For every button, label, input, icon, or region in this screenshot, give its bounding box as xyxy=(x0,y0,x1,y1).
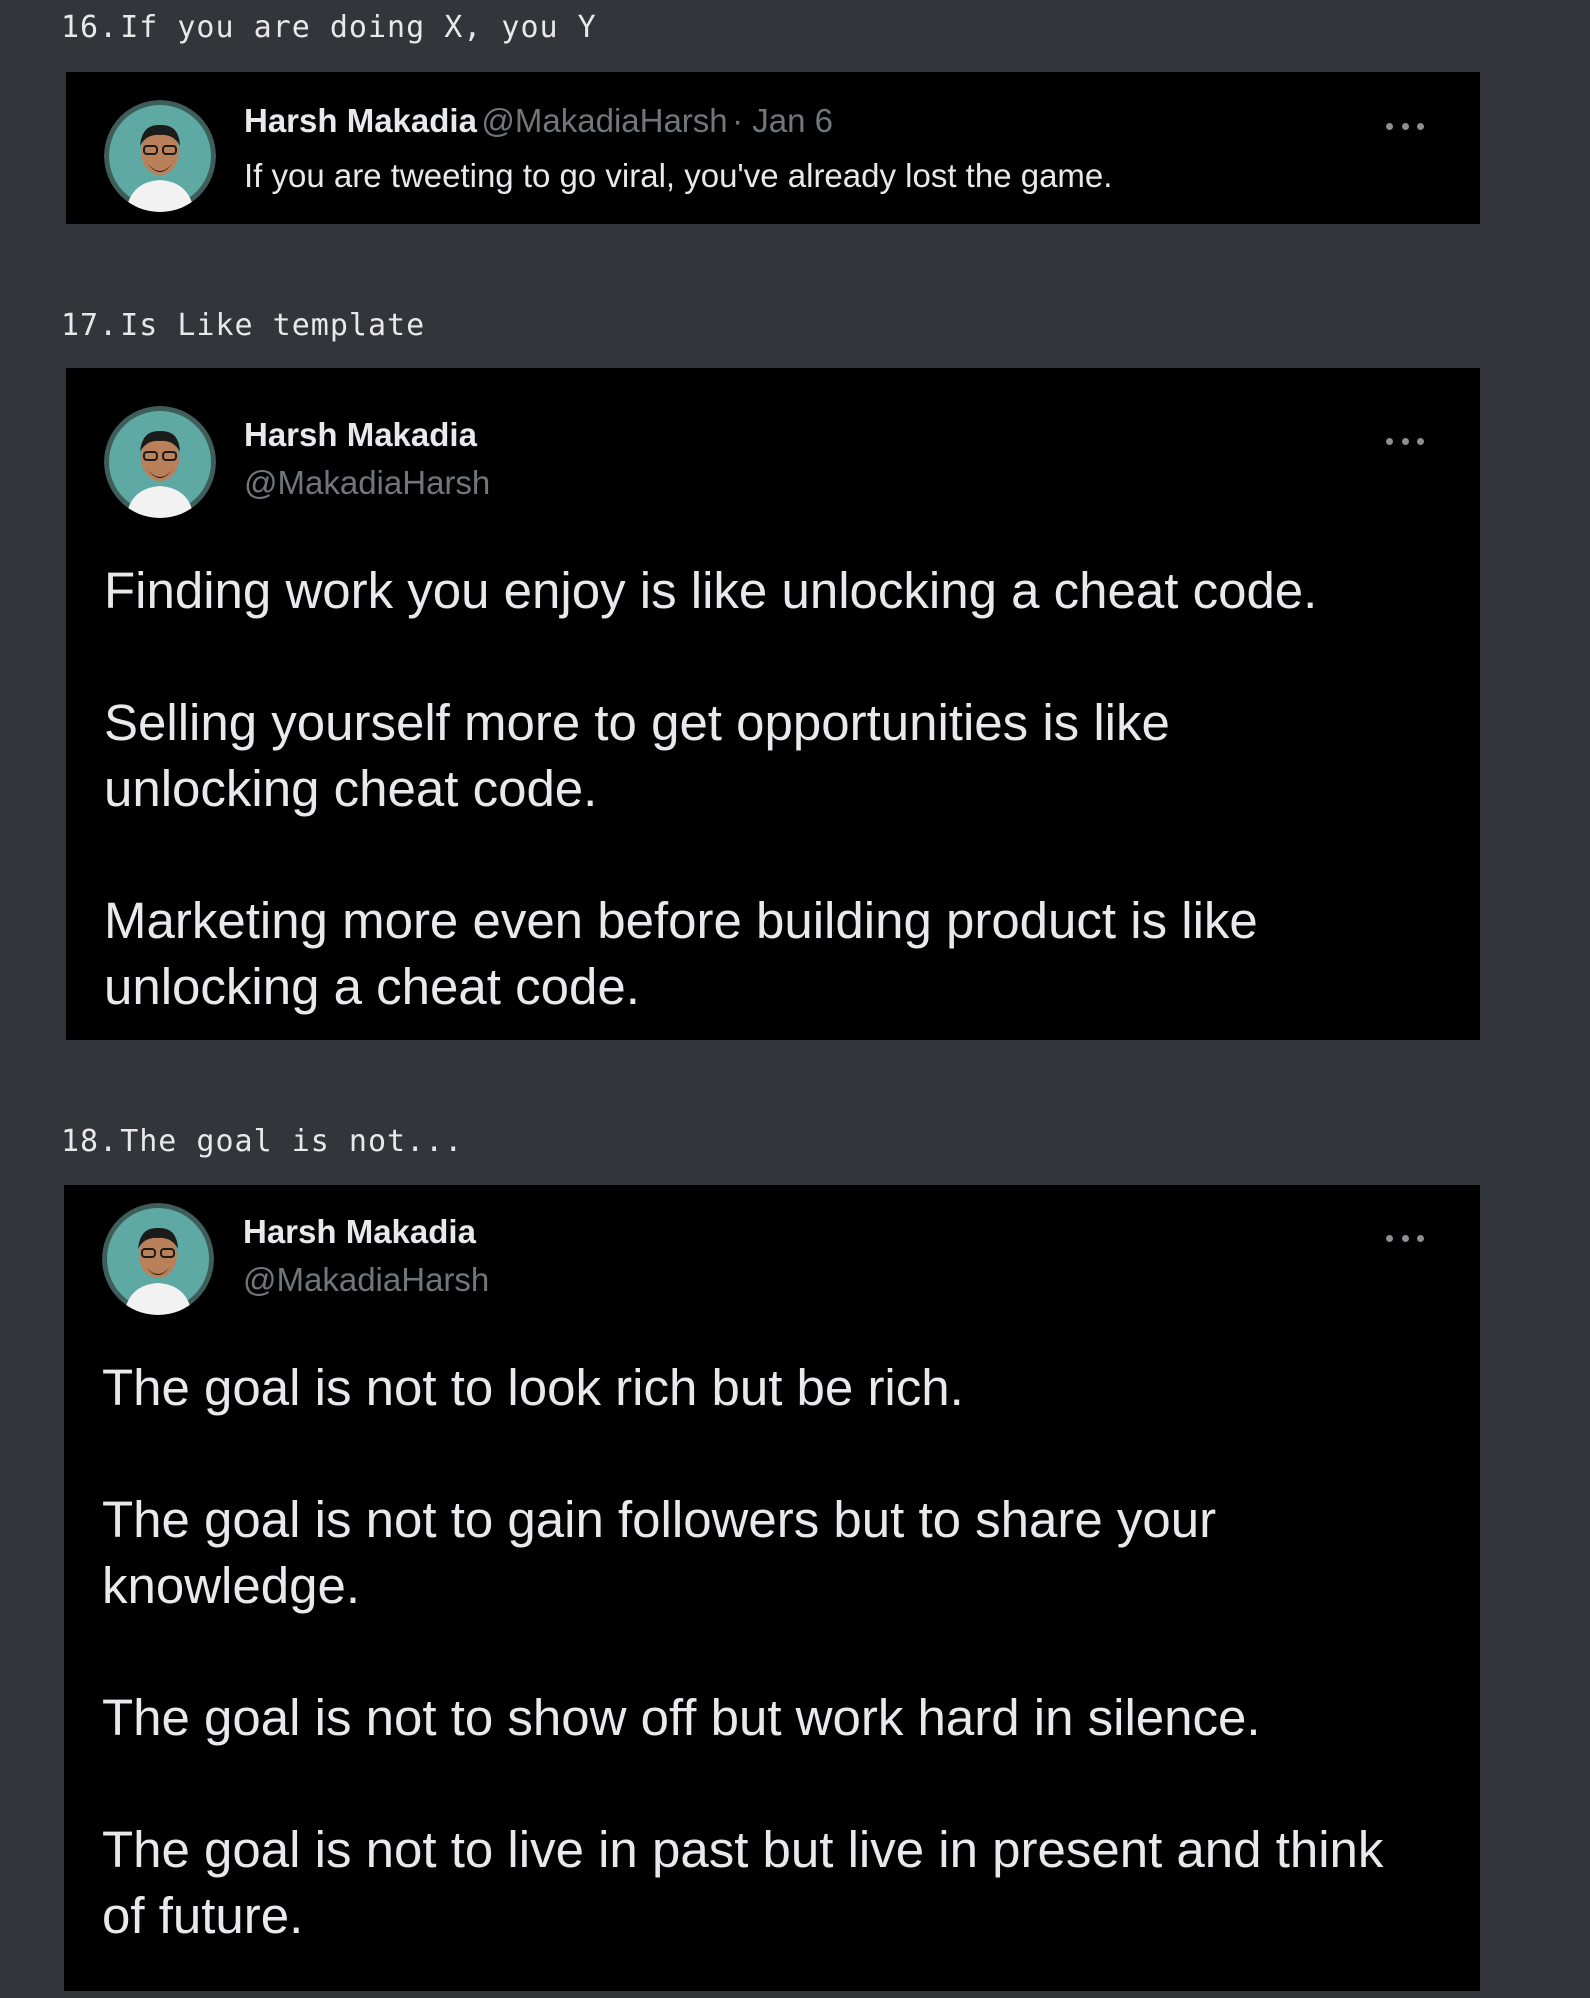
section-17-label: 17.Is Like template xyxy=(61,308,425,343)
author-name[interactable]: Harsh Makadia xyxy=(244,102,477,139)
more-options-icon[interactable] xyxy=(1386,436,1424,446)
author-handle[interactable]: @MakadiaHarsh xyxy=(481,102,727,139)
section-number: 18. xyxy=(61,1124,119,1159)
section-title: Is Like template xyxy=(120,308,426,343)
author-handle[interactable]: @MakadiaHarsh xyxy=(244,464,490,502)
tweet-paragraph: The goal is not to live in past but live… xyxy=(102,1821,1384,1944)
tweet-card-17[interactable]: Harsh Makadia @MakadiaHarsh Finding work… xyxy=(66,368,1480,1040)
tweet-card-18[interactable]: Harsh Makadia @MakadiaHarsh The goal is … xyxy=(64,1185,1480,1991)
section-18-label: 18.The goal is not... xyxy=(61,1124,463,1159)
avatar-icon[interactable] xyxy=(102,1203,214,1315)
tweet-paragraph: Selling yourself more to get opportuniti… xyxy=(104,694,1170,817)
more-options-icon[interactable] xyxy=(1386,1233,1424,1243)
author-name[interactable]: Harsh Makadia xyxy=(244,416,477,454)
tweet-text: If you are tweeting to go viral, you've … xyxy=(244,154,1112,198)
tweet-text: The goal is not to look rich but be rich… xyxy=(102,1355,1462,1949)
section-title: If you are doing X, you Y xyxy=(120,10,597,45)
tweet-date[interactable]: · Jan 6 xyxy=(732,102,833,139)
section-title: The goal is not... xyxy=(120,1124,464,1159)
tweet-text: Finding work you enjoy is like unlocking… xyxy=(104,558,1464,1020)
tweet-paragraph: The goal is not to gain followers but to… xyxy=(102,1491,1217,1614)
tweet-paragraph: If you are tweeting to go viral, you've … xyxy=(244,157,1113,194)
tweet-card-16[interactable]: Harsh Makadia @MakadiaHarsh · Jan 6 If y… xyxy=(66,72,1480,224)
more-options-icon[interactable] xyxy=(1386,121,1424,131)
tweet-paragraph: Marketing more even before building prod… xyxy=(104,892,1258,1015)
section-16-label: 16.If you are doing X, you Y xyxy=(61,10,597,45)
tweet-paragraph: The goal is not to show off but work har… xyxy=(102,1689,1261,1746)
tweet-paragraph: The goal is not to look rich but be rich… xyxy=(102,1359,964,1416)
section-number: 16. xyxy=(61,10,119,45)
avatar-icon[interactable] xyxy=(104,100,216,212)
avatar-icon[interactable] xyxy=(104,406,216,518)
author-name[interactable]: Harsh Makadia xyxy=(243,1213,476,1251)
tweet-paragraph: Finding work you enjoy is like unlocking… xyxy=(104,562,1318,619)
author-handle[interactable]: @MakadiaHarsh xyxy=(243,1261,489,1299)
section-number: 17. xyxy=(61,308,119,343)
